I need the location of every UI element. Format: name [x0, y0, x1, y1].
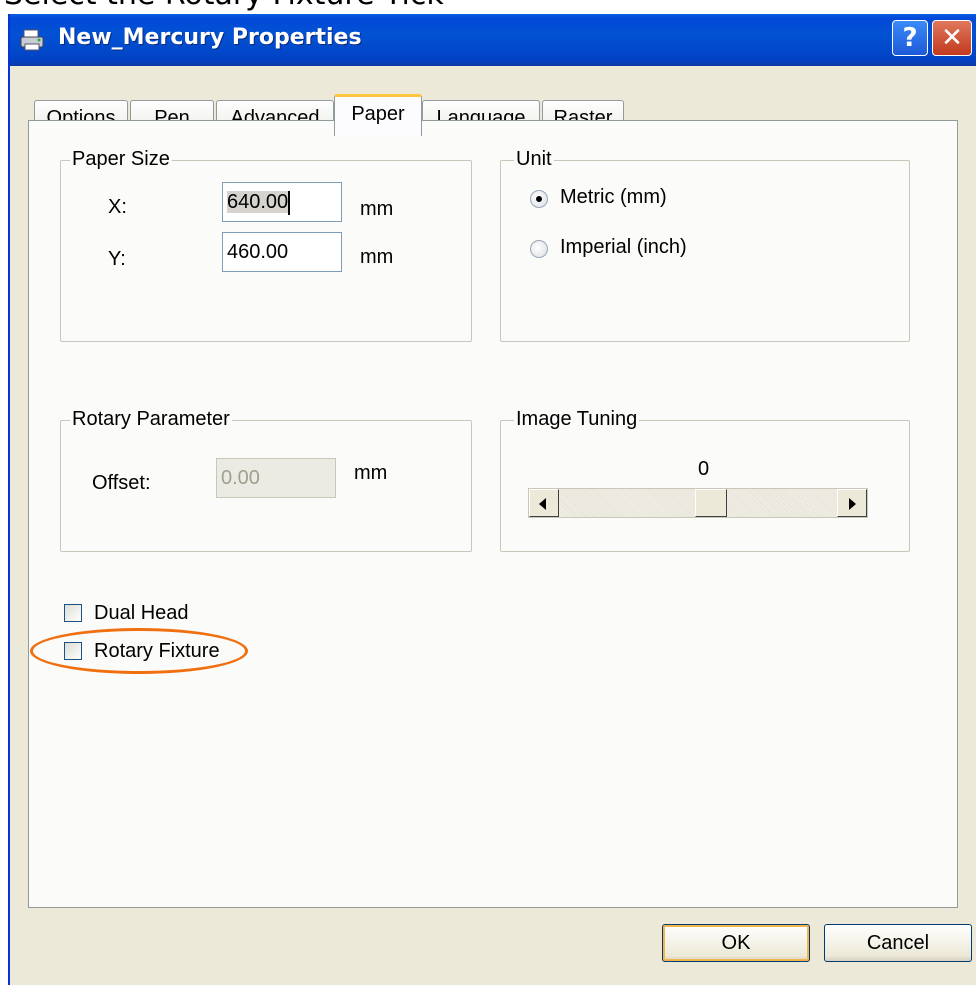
right-arrow-icon: [849, 498, 856, 510]
properties-dialog: New_Mercury Properties ? ✕ Options Pen A…: [8, 14, 976, 985]
image-tuning-value: 0: [698, 458, 710, 480]
text-caret: [288, 190, 291, 215]
radio-selected-dot: [536, 196, 542, 202]
tab-paper[interactable]: Paper: [334, 94, 422, 136]
close-button[interactable]: ✕: [932, 20, 972, 56]
slider-thumb[interactable]: [695, 489, 727, 517]
paper-x-input[interactable]: 640.00: [222, 182, 342, 222]
offset-label: Offset:: [92, 472, 151, 494]
image-tuning-slider[interactable]: [528, 488, 868, 518]
paper-size-legend: Paper Size: [70, 148, 172, 171]
printer-icon: [20, 29, 44, 51]
y-unit: mm: [360, 246, 394, 268]
imperial-label[interactable]: Imperial (inch): [560, 236, 687, 259]
scroll-left-button[interactable]: [529, 489, 559, 517]
y-label: Y:: [108, 248, 126, 270]
rotary-parameter-legend: Rotary Parameter: [70, 408, 232, 431]
offset-input[interactable]: 0.00: [216, 458, 336, 498]
paper-y-input[interactable]: 460.00: [222, 232, 342, 272]
imperial-radio[interactable]: [530, 240, 548, 258]
unit-legend: Unit: [514, 148, 554, 171]
title-bar[interactable]: New_Mercury Properties ? ✕: [10, 14, 976, 66]
caption-text: Select the Rotary Fixture Tick: [0, 0, 976, 14]
paper-x-value: 640.00: [227, 191, 289, 213]
dual-head-label[interactable]: Dual Head: [94, 602, 189, 625]
cancel-button[interactable]: Cancel: [824, 924, 972, 962]
x-unit: mm: [360, 198, 394, 220]
dual-head-checkbox[interactable]: [64, 604, 82, 622]
window-title: New_Mercury Properties: [58, 25, 362, 50]
image-tuning-legend: Image Tuning: [514, 408, 640, 431]
left-arrow-icon: [539, 498, 546, 510]
metric-label[interactable]: Metric (mm): [560, 186, 667, 209]
annotation-ellipse: [30, 628, 248, 674]
scroll-right-button[interactable]: [837, 489, 867, 517]
image-tuning-group: [500, 420, 910, 552]
metric-radio[interactable]: [530, 190, 548, 208]
ok-button[interactable]: OK: [662, 924, 810, 962]
help-button[interactable]: ?: [892, 20, 928, 56]
x-label: X:: [108, 196, 127, 218]
offset-unit: mm: [354, 462, 388, 484]
